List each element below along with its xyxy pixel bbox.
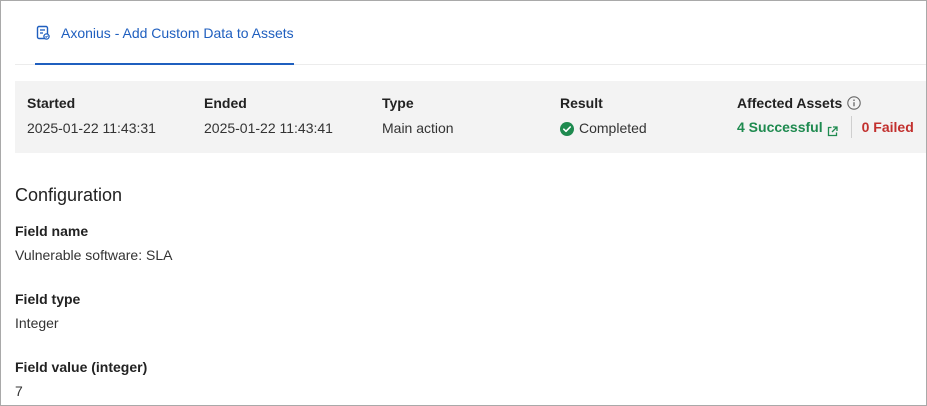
type-value: Main action <box>382 120 454 136</box>
started-column: Started 2025-01-22 11:43:31 <box>27 94 156 138</box>
tab-label: Axonius - Add Custom Data to Assets <box>61 24 294 41</box>
successful-count: 4 Successful <box>737 119 823 135</box>
field-type-label: Field type <box>15 291 81 307</box>
type-column: Type Main action <box>382 94 454 138</box>
type-label: Type <box>382 95 414 111</box>
result-value: Completed <box>579 120 647 136</box>
result-column: Result Completed <box>560 94 647 138</box>
field-type-value: Integer <box>15 315 59 331</box>
run-summary: Started 2025-01-22 11:43:31 Ended 2025-0… <box>15 81 926 153</box>
successful-assets-link[interactable]: 4 Successful <box>737 117 838 137</box>
started-label: Started <box>27 95 76 111</box>
check-circle-icon <box>560 121 574 136</box>
ended-label: Ended <box>204 95 247 111</box>
result-label: Result <box>560 95 603 111</box>
configuration-title: Configuration <box>15 185 123 205</box>
active-tab-indicator <box>35 63 294 65</box>
external-link-icon <box>827 122 838 136</box>
action-details-panel: Axonius - Add Custom Data to Assets Star… <box>0 0 927 406</box>
affected-assets-header: Affected Assets <box>737 94 914 112</box>
field-name-label: Field name <box>15 223 89 239</box>
field-value-label: Field value (integer) <box>15 359 148 375</box>
enforcement-doc-icon <box>35 25 51 41</box>
affected-assets-values: 4 Successful 0 Failed <box>737 116 914 138</box>
info-icon[interactable] <box>847 96 862 110</box>
affected-assets-column: Affected Assets 4 Successful 0 Failed <box>737 94 914 138</box>
result-status: Completed <box>560 118 647 138</box>
field-value-value: 7 <box>15 383 23 399</box>
ended-value: 2025-01-22 11:43:41 <box>204 120 333 136</box>
tab-bar: Axonius - Add Custom Data to Assets <box>15 1 926 65</box>
started-value: 2025-01-22 11:43:31 <box>27 120 156 136</box>
ended-column: Ended 2025-01-22 11:43:41 <box>204 94 333 138</box>
field-name-value: Vulnerable software: SLA <box>15 247 173 263</box>
failed-assets-count[interactable]: 0 Failed <box>862 117 914 137</box>
affected-assets-label: Affected Assets <box>737 95 843 111</box>
assets-divider <box>850 116 852 138</box>
tab-add-custom-data[interactable]: Axonius - Add Custom Data to Assets <box>35 1 294 65</box>
